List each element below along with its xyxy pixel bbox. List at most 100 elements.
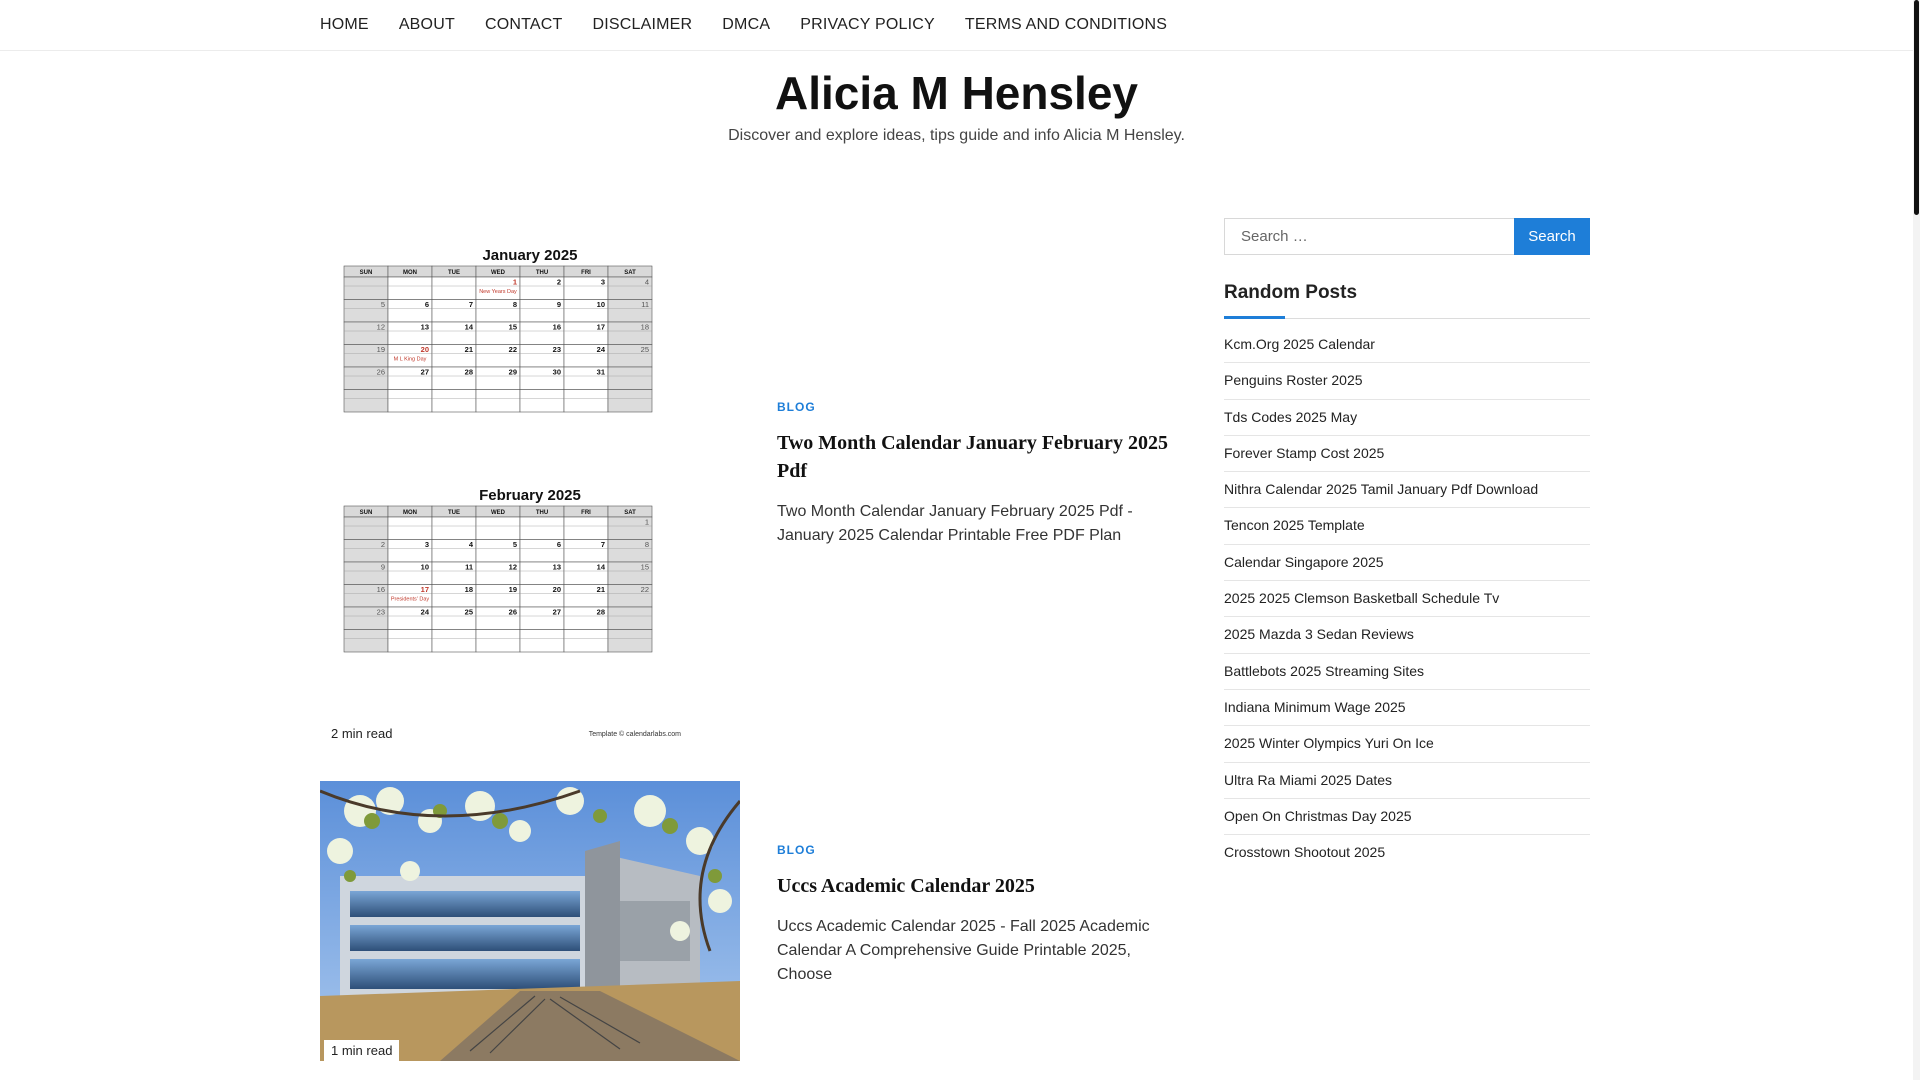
calendar-weekday-label: FRI (581, 270, 591, 276)
calendar-day-number: 16 (377, 585, 385, 594)
calendar-weekday-label: MON (403, 270, 417, 276)
read-time-badge: 1 min read (324, 1040, 400, 1061)
post-thumbnail[interactable]: January 2025 SUN MON TUE WED THU FRI SAT 1 2 3 4 5 6… (320, 232, 740, 744)
calendar-day-cell (387, 276, 433, 300)
calendar-grid-january: SUN MON TUE WED THU FRI SAT1 2 3 45 6 7 8 9 10 1112 13 14… (343, 265, 653, 413)
read-time-badge: 2 min read (324, 723, 400, 744)
calendar-credit: Template © calendarlabs.com (589, 730, 681, 738)
random-post-link[interactable]: Crosstown Shootout 2025 (1224, 835, 1590, 870)
calendar-day-number: 13 (553, 563, 561, 572)
post-excerpt: Uccs Academic Calendar 2025 - Fall 2025 … (777, 918, 1150, 983)
nav-home[interactable]: HOME (320, 0, 369, 50)
calendar-day-number: 8 (513, 300, 517, 309)
search-form: Search (1224, 218, 1590, 255)
random-post-link[interactable]: Open On Christmas Day 2025 (1224, 799, 1590, 836)
random-post-link[interactable]: Battlebots 2025 Streaming Sites (1224, 654, 1590, 690)
calendar-day-number: 17 (421, 585, 429, 594)
search-input[interactable] (1224, 218, 1514, 255)
sidebar: Search Random Posts Kcm.Org 2025 Calenda… (1224, 218, 1590, 870)
calendar-day-cell (387, 389, 433, 413)
top-navigation: HOME ABOUT CONTACT DISCLAIMER DMCA PRIVA… (0, 0, 1913, 51)
calendar-day-cell (607, 606, 653, 630)
search-button[interactable]: Search (1514, 218, 1590, 255)
nav-menu: HOME ABOUT CONTACT DISCLAIMER DMCA PRIVA… (320, 0, 1197, 50)
calendar-day-cell (475, 629, 521, 653)
calendar-day-number: 24 (421, 608, 430, 617)
calendar-weekday-label: THU (536, 270, 548, 276)
random-posts-heading: Random Posts (1224, 282, 1590, 319)
calendar-day-cell (607, 629, 653, 653)
post-title[interactable]: Uccs Academic Calendar 2025 (777, 872, 1177, 900)
calendar-day-number: 15 (509, 323, 517, 332)
calendar-month2-title: February 2025 (479, 487, 581, 504)
calendar-day-number: 4 (645, 278, 649, 287)
calendar-day-number: 22 (641, 585, 649, 594)
calendar-day-number: 3 (601, 278, 605, 287)
nav-terms-and-conditions[interactable]: TERMS AND CONDITIONS (965, 0, 1167, 50)
calendar-day-cell (387, 629, 433, 653)
post-thumbnail[interactable]: 1 min read (320, 781, 740, 1061)
calendar-weekday-label: MON (403, 510, 417, 516)
calendar-day-cell (607, 366, 653, 390)
calendar-day-number: 25 (641, 345, 649, 354)
calendar-day-number: 28 (465, 368, 473, 377)
calendar-weekday-label: THU (536, 510, 548, 516)
calendar-day-cell (563, 516, 609, 540)
calendar-day-number: 20 (421, 345, 429, 354)
random-post-link[interactable]: Nithra Calendar 2025 Tamil January Pdf D… (1224, 472, 1590, 509)
calendar-day-number: 17 (597, 323, 605, 332)
random-post-link[interactable]: 2025 Mazda 3 Sedan Reviews (1224, 617, 1590, 654)
calendar-day-number: 9 (381, 563, 385, 572)
calendar-weekday-label: WED (491, 270, 506, 276)
nav-disclaimer[interactable]: DISCLAIMER (592, 0, 692, 50)
calendar-day-number: 14 (597, 563, 606, 572)
calendar-day-cell (343, 276, 389, 300)
random-post-link[interactable]: Penguins Roster 2025 (1224, 363, 1590, 400)
site-title[interactable]: Alicia M Hensley (0, 66, 1913, 120)
calendar-image: January 2025 SUN MON TUE WED THU FRI SAT1 2 3 45 6… (336, 238, 724, 740)
random-post-link[interactable]: Kcm.Org 2025 Calendar (1224, 327, 1590, 364)
calendar-day-number: 21 (597, 585, 605, 594)
calendar-day-number: 22 (509, 345, 517, 354)
random-post-link[interactable]: Calendar Singapore 2025 (1224, 545, 1590, 582)
post-title[interactable]: Two Month Calendar January February 2025… (777, 429, 1177, 485)
calendar-day-number: 23 (553, 345, 561, 354)
post-category[interactable]: BLOG (777, 843, 1177, 857)
calendar-day-number: 6 (425, 300, 429, 309)
calendar-month1-title: January 2025 (482, 247, 577, 264)
random-post-link[interactable]: Indiana Minimum Wage 2025 (1224, 690, 1590, 727)
calendar-day-number: 12 (509, 563, 517, 572)
random-post-link[interactable]: Forever Stamp Cost 2025 (1224, 436, 1590, 473)
random-posts-list: Kcm.Org 2025 Calendar Penguins Roster 20… (1224, 327, 1590, 870)
nav-dmca[interactable]: DMCA (722, 0, 770, 50)
calendar-day-cell (343, 516, 389, 540)
post-category[interactable]: BLOG (777, 400, 1177, 414)
nav-privacy-policy[interactable]: PRIVACY POLICY (800, 0, 935, 50)
nav-contact[interactable]: CONTACT (485, 0, 563, 50)
random-post-link[interactable]: Tds Codes 2025 May (1224, 400, 1590, 436)
calendar-day-number: 26 (509, 608, 517, 617)
random-post-link[interactable]: Tencon 2025 Template (1224, 508, 1590, 545)
calendar-day-cell (607, 389, 653, 413)
post-card: January 2025 SUN MON TUE WED THU FRI SAT 1 2 3 4 5 6… (320, 232, 1180, 744)
calendar-day-cell (387, 516, 433, 540)
calendar-weekday-label: SAT (624, 510, 636, 516)
post-excerpt: Two Month Calendar January February 2025… (777, 503, 1133, 544)
calendar-weekday-label: FRI (581, 510, 591, 516)
calendar-day-number: 24 (597, 345, 606, 354)
calendar-day-number: 28 (597, 608, 605, 617)
calendar-day-number: 27 (553, 608, 561, 617)
calendar-day-number: 25 (465, 608, 473, 617)
random-post-link[interactable]: Ultra Ra Miami 2025 Dates (1224, 763, 1590, 799)
nav-about[interactable]: ABOUT (399, 0, 455, 50)
random-post-link[interactable]: 2025 Winter Olympics Yuri On Ice (1224, 726, 1590, 763)
page-scrollbar[interactable] (1913, 0, 1920, 1080)
calendar-day-number: 1 (645, 518, 649, 527)
calendar-day-cell (475, 516, 521, 540)
random-post-link[interactable]: 2025 2025 Clemson Basketball Schedule Tv (1224, 581, 1590, 618)
site-description: Discover and explore ideas, tips guide a… (728, 127, 1185, 144)
calendar-day-number: 8 (645, 540, 649, 549)
calendar-day-number: 10 (421, 563, 429, 572)
scrollbar-thumb[interactable] (1914, 0, 1919, 215)
calendar-day-cell (519, 629, 565, 653)
